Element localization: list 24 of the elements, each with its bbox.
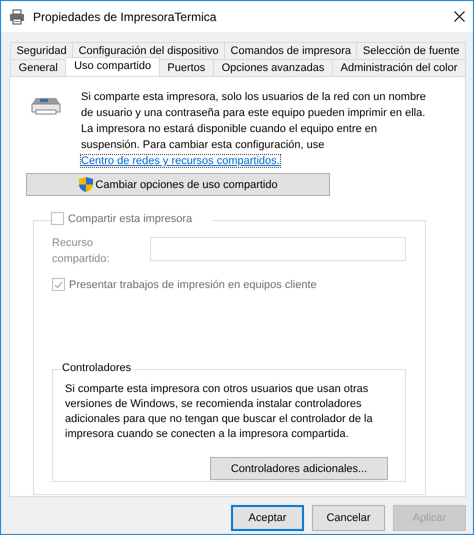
additional-drivers-button[interactable]: Controladores adicionales... [210, 457, 388, 480]
window-title: Propiedades de ImpresoraTermica [33, 10, 218, 24]
tab[interactable]: Configuración del dispositivo [73, 42, 226, 59]
sharing-description: Si comparte esta impresora, solo los usuarios de la red con un nombre de usuario y una contraseña para este equipo pueden imprimir en ella. La impresora no estará disponible cuando el equipo entre en suspensión. Para cambiar esta configuración, use Centro de redes y recursos compartidos. [81, 90, 426, 169]
dialog-button[interactable]: Cancelar [312, 505, 385, 531]
tab[interactable]: Selección de fuente [357, 42, 466, 59]
checkbox-label: Presentar trabajos de impresión en equipos cliente [69, 278, 317, 290]
close-icon[interactable] [454, 11, 465, 22]
tab[interactable]: Puertos [160, 59, 214, 76]
share-name-label: Recurso compartido: [52, 236, 110, 267]
group-title: Controladores [61, 362, 134, 374]
tab[interactable]: Administración del color [332, 59, 466, 76]
tab[interactable]: Comandos de impresora [225, 42, 358, 59]
printer-icon [9, 8, 25, 24]
drivers-description: Si comparte esta impresora con otros usuarios que usan otras versiones de Windows, se recomienda instalar controladores adicionales para que no tengan que buscar el controlador de la impresora cuando se conecten a la impresora compartida. [65, 382, 374, 442]
tab[interactable]: Seguridad [10, 42, 74, 59]
dialog-button[interactable]: Aceptar [231, 505, 304, 531]
checkbox-label: Compartir esta impresora [68, 212, 192, 224]
shield-icon [78, 176, 94, 193]
tab[interactable]: Opciones avanzadas [214, 59, 333, 76]
tab[interactable]: General [10, 59, 66, 76]
change-sharing-button[interactable]: Cambiar opciones de uso compartido [26, 173, 330, 196]
network-center-link[interactable]: Centro de redes y recursos compartidos. [81, 155, 280, 167]
tab[interactable]: Uso compartido [66, 57, 160, 76]
